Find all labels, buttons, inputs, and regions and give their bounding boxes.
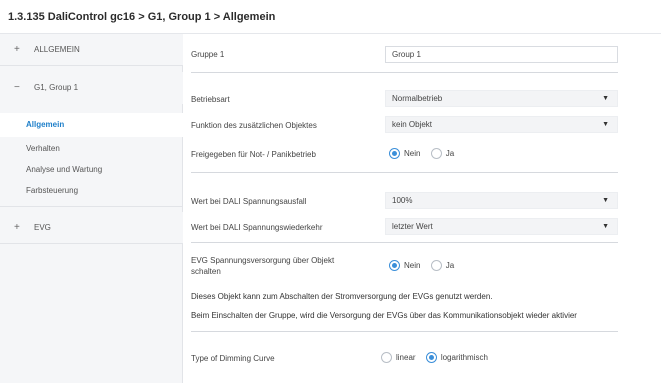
dimming-label: Type of Dimming Curve bbox=[191, 354, 275, 363]
radio-selected-icon bbox=[389, 260, 400, 271]
plus-icon: + bbox=[14, 44, 20, 55]
sidebar-group-label: G1, Group 1 bbox=[34, 83, 79, 92]
evg-nein-option[interactable]: Nein bbox=[389, 260, 420, 271]
main-content: Gruppe 1 Group 1 Betriebsart Normalbetri… bbox=[183, 34, 661, 383]
separator bbox=[191, 72, 618, 73]
freigegeben-label: Freigegeben für Not- / Panikbetrieb bbox=[191, 150, 316, 159]
separator bbox=[191, 172, 618, 173]
sidebar-group-evg[interactable]: + EVG bbox=[0, 212, 183, 244]
chevron-down-icon: ▼ bbox=[602, 223, 609, 230]
info-text-1: Dieses Objekt kann zum Abschalten der St… bbox=[191, 292, 493, 301]
info-text-2: Beim Einschalten der Gruppe, wird die Ve… bbox=[191, 311, 577, 320]
chevron-down-icon: ▼ bbox=[602, 95, 609, 102]
sidebar-group-label: EVG bbox=[34, 223, 51, 232]
freigegeben-ja-option[interactable]: Ja bbox=[430, 148, 454, 159]
breadcrumb: 1.3.135 DaliControl gc16 > G1, Group 1 >… bbox=[0, 0, 661, 34]
betriebsart-value: Normalbetrieb bbox=[392, 94, 443, 103]
freigegeben-radio-group: Nein Ja bbox=[389, 148, 462, 159]
dimming-logarithmisch-option[interactable]: logarithmisch bbox=[425, 352, 488, 363]
minus-icon: − bbox=[14, 82, 20, 93]
gruppe-name-input[interactable]: Group 1 bbox=[385, 46, 618, 63]
sidebar-group-allgemein[interactable]: + ALLGEMEIN bbox=[0, 34, 183, 66]
spannungsausfall-value: 100% bbox=[392, 196, 413, 205]
sidebar-item-allgemein[interactable]: Allgemein bbox=[0, 113, 183, 137]
separator bbox=[191, 242, 618, 243]
wiederkehr-value: letzter Wert bbox=[392, 222, 433, 231]
evg-label-line2: schalten bbox=[191, 267, 221, 276]
radio-selected-icon bbox=[425, 352, 437, 363]
evg-label: EVG Spannungsversorgung über Objekt bbox=[191, 256, 335, 265]
sidebar-group-label: ALLGEMEIN bbox=[34, 45, 80, 54]
radio-unselected-icon bbox=[381, 352, 392, 363]
sidebar-group-g1[interactable]: − G1, Group 1 bbox=[0, 72, 183, 104]
radio-selected-icon bbox=[389, 148, 400, 159]
chevron-down-icon: ▼ bbox=[602, 121, 609, 128]
separator bbox=[191, 331, 618, 332]
plus-icon: + bbox=[14, 222, 20, 233]
chevron-down-icon: ▼ bbox=[602, 197, 609, 204]
betriebsart-select[interactable]: Normalbetrieb ▼ bbox=[385, 90, 618, 107]
evg-radio-group: Nein Ja bbox=[389, 260, 462, 271]
spannungsausfall-label: Wert bei DALI Spannungsausfall bbox=[191, 197, 307, 206]
funktion-label: Funktion des zusätzlichen Objektes bbox=[191, 121, 317, 130]
radio-unselected-icon bbox=[430, 260, 442, 271]
betriebsart-label: Betriebsart bbox=[191, 95, 230, 104]
dimming-linear-option[interactable]: linear bbox=[381, 352, 416, 363]
dimming-radio-group: linear logarithmisch bbox=[381, 352, 496, 363]
sidebar-divider bbox=[0, 206, 183, 207]
wiederkehr-select[interactable]: letzter Wert ▼ bbox=[385, 218, 618, 235]
wiederkehr-label: Wert bei DALI Spannungswiederkehr bbox=[191, 223, 323, 232]
sidebar: + ALLGEMEIN − G1, Group 1 Allgemein Verhal… bbox=[0, 34, 183, 383]
funktion-select[interactable]: kein Objekt ▼ bbox=[385, 116, 618, 133]
sidebar-item-farbsteuerung[interactable]: Farbsteuerung bbox=[0, 179, 183, 203]
evg-ja-option[interactable]: Ja bbox=[430, 260, 454, 271]
gruppe-label: Gruppe 1 bbox=[191, 50, 225, 59]
radio-unselected-icon bbox=[430, 148, 442, 159]
spannungsausfall-select[interactable]: 100% ▼ bbox=[385, 192, 618, 209]
funktion-value: kein Objekt bbox=[392, 120, 433, 129]
freigegeben-nein-option[interactable]: Nein bbox=[389, 148, 420, 159]
